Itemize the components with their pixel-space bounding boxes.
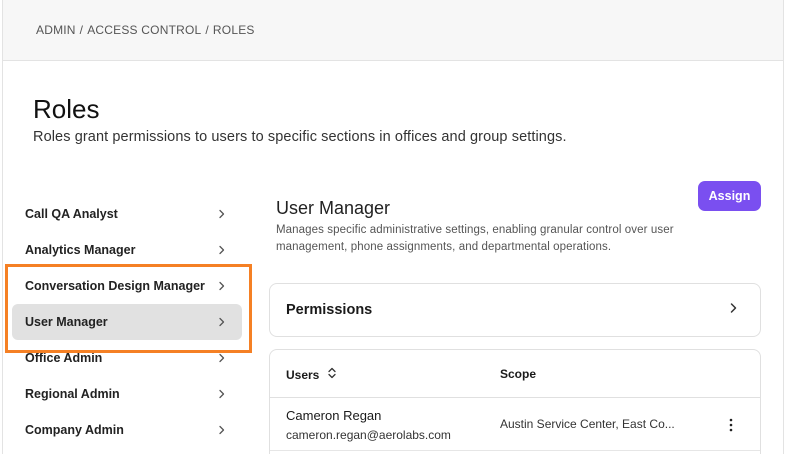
breadcrumb-roles: ROLES bbox=[212, 23, 255, 37]
chevron-right-icon bbox=[218, 281, 226, 291]
chevron-right-icon bbox=[218, 353, 226, 363]
user-name: Cameron Regan bbox=[286, 408, 382, 423]
permissions-label: Permissions bbox=[286, 302, 373, 318]
role-item-user-manager[interactable]: User Manager bbox=[12, 304, 242, 340]
role-list: Call QA Analyst Analytics Manager Conver… bbox=[12, 196, 242, 448]
chevron-right-icon bbox=[729, 301, 738, 319]
role-item-company-admin[interactable]: Company Admin bbox=[12, 412, 242, 448]
assign-button[interactable]: Assign bbox=[698, 181, 761, 211]
role-item-office-admin[interactable]: Office Admin bbox=[12, 340, 242, 376]
breadcrumb-separator: / bbox=[79, 23, 84, 37]
breadcrumb-access-control[interactable]: ACCESS CONTROL bbox=[87, 23, 201, 37]
chevron-right-icon bbox=[218, 317, 226, 327]
breadcrumb-admin[interactable]: ADMIN bbox=[36, 23, 76, 37]
permissions-card[interactable]: Permissions bbox=[269, 283, 761, 337]
chevron-right-icon bbox=[218, 209, 226, 219]
role-item-label: Company Admin bbox=[25, 423, 124, 437]
users-column-label: Users bbox=[286, 367, 320, 382]
breadcrumb-separator: / bbox=[205, 23, 209, 37]
scope-column-header: Scope bbox=[500, 367, 537, 381]
role-item-regional-admin[interactable]: Regional Admin bbox=[12, 376, 242, 412]
breadcrumb: ADMIN / ACCESS CONTROL / ROLES bbox=[36, 23, 255, 37]
role-detail-title: User Manager bbox=[276, 198, 391, 218]
sort-updown-icon bbox=[327, 367, 337, 382]
table-row[interactable]: Cameron Regan cameron.regan@aerolabs.com… bbox=[270, 399, 760, 451]
role-item-label: Analytics Manager bbox=[25, 243, 136, 257]
role-item-label: Call QA Analyst bbox=[25, 207, 118, 221]
user-email: cameron.regan@aerolabs.com bbox=[286, 428, 451, 442]
users-column-header[interactable]: Users bbox=[286, 367, 337, 382]
kebab-menu-icon[interactable] bbox=[721, 415, 741, 435]
role-item-label: Conversation Design Manager bbox=[25, 279, 205, 293]
role-detail-description: Manages specific administrative settings… bbox=[276, 224, 674, 253]
page-title: Roles bbox=[33, 94, 100, 124]
role-item-analytics-manager[interactable]: Analytics Manager bbox=[12, 232, 242, 268]
chevron-right-icon bbox=[218, 245, 226, 255]
chevron-right-icon bbox=[218, 425, 226, 435]
page-description: Roles grant permissions to users to spec… bbox=[33, 129, 567, 145]
role-item-conversation-design-manager[interactable]: Conversation Design Manager bbox=[12, 268, 242, 304]
role-item-label: Regional Admin bbox=[25, 387, 120, 401]
top-bar: ADMIN / ACCESS CONTROL / ROLES bbox=[3, 0, 783, 61]
role-item-label: Office Admin bbox=[25, 351, 103, 365]
user-scope: Austin Service Center, East Co... bbox=[500, 417, 675, 431]
role-item-label: User Manager bbox=[25, 315, 108, 329]
role-item-call-qa-analyst[interactable]: Call QA Analyst bbox=[12, 196, 242, 232]
users-table-header: Users Scope bbox=[270, 350, 760, 398]
chevron-right-icon bbox=[218, 389, 226, 399]
users-table: Users Scope Cameron Regan cameron.regan@… bbox=[269, 349, 761, 454]
